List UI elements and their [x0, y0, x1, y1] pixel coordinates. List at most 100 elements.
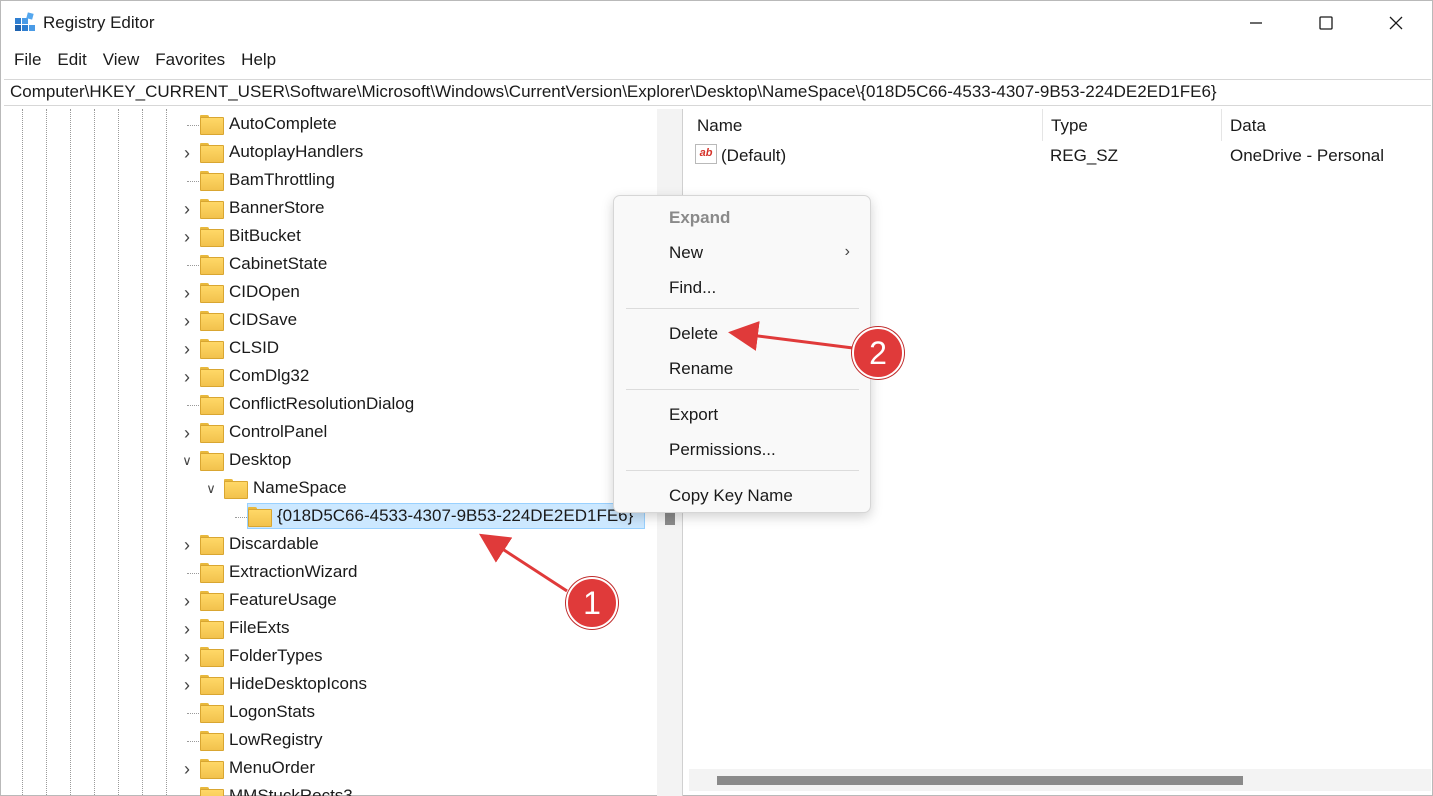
chevron-down-icon[interactable]: ∨	[204, 482, 218, 496]
tree-item[interactable]: › Discardable	[4, 531, 654, 559]
address-bar[interactable]: Computer\HKEY_CURRENT_USER\Software\Micr…	[4, 79, 1431, 106]
menu-separator	[626, 389, 859, 390]
tree-item-label: NameSpace	[253, 478, 347, 497]
tree-item[interactable]: › FileExts	[4, 615, 654, 643]
chevron-right-icon[interactable]: ›	[180, 312, 194, 330]
minimize-button[interactable]	[1221, 1, 1291, 45]
maximize-button[interactable]	[1291, 1, 1361, 45]
menu-favorites[interactable]: Favorites	[147, 47, 233, 75]
chevron-right-icon[interactable]: ›	[180, 648, 194, 666]
tree-item-label: CIDOpen	[229, 282, 300, 301]
tree-item[interactable]: ∨ Desktop	[4, 447, 654, 475]
column-header-type[interactable]: Type	[1043, 109, 1222, 141]
column-header-data[interactable]: Data	[1222, 109, 1431, 141]
tree-item-label: AutoComplete	[229, 114, 337, 133]
tree-item[interactable]: › MenuOrder	[4, 755, 654, 783]
tree-item-label: HideDesktopIcons	[229, 674, 367, 693]
horizontal-scrollbar[interactable]	[689, 769, 1431, 791]
column-header-name[interactable]: Name	[689, 109, 1043, 141]
chevron-right-icon[interactable]: ›	[180, 284, 194, 302]
tree-item[interactable]: › ComDlg32	[4, 363, 654, 391]
horizontal-scrollbar-thumb[interactable]	[717, 776, 1243, 785]
tree-item[interactable]: BamThrottling	[4, 167, 654, 195]
tree-item[interactable]: › AutoplayHandlers	[4, 139, 654, 167]
chevron-right-icon: ›	[844, 243, 850, 260]
menu-separator	[626, 308, 859, 309]
folder-icon	[200, 255, 224, 275]
tree-branch-line	[187, 265, 199, 266]
tree-item[interactable]: › CIDSave	[4, 307, 654, 335]
tree-item-label: BitBucket	[229, 226, 301, 245]
menu-file[interactable]: File	[6, 47, 49, 75]
folder-icon	[200, 535, 224, 555]
context-menu-label: Expand	[669, 208, 731, 227]
chevron-right-icon[interactable]: ›	[180, 536, 194, 554]
context-menu-delete[interactable]: Delete	[614, 316, 870, 350]
tree-item-label: ComDlg32	[229, 366, 310, 385]
context-menu-label: Find...	[669, 278, 717, 297]
string-value-icon: ab	[695, 144, 717, 164]
menu-edit[interactable]: Edit	[49, 47, 94, 75]
context-menu-rename[interactable]: Rename	[614, 351, 870, 385]
chevron-right-icon[interactable]: ›	[180, 424, 194, 442]
tree-item-label: CLSID	[229, 338, 280, 357]
tree-item[interactable]: › BannerStore	[4, 195, 654, 223]
chevron-right-icon[interactable]: ›	[180, 340, 194, 358]
tree-item-label: MenuOrder	[229, 758, 315, 777]
tree-item[interactable]: › CIDOpen	[4, 279, 654, 307]
chevron-right-icon[interactable]: ›	[180, 368, 194, 386]
folder-icon	[200, 395, 224, 415]
tree-item[interactable]: ExtractionWizard	[4, 559, 654, 587]
chevron-right-icon[interactable]: ›	[180, 200, 194, 218]
tree-item[interactable]: › HideDesktopIcons	[4, 671, 654, 699]
tree-item-label: {018D5C66-4533-4307-9B53-224DE2ED1FE6}	[277, 506, 634, 525]
tree-item[interactable]: CabinetState	[4, 251, 654, 279]
context-menu-expand[interactable]: Expand	[614, 200, 870, 234]
chevron-right-icon[interactable]: ›	[180, 760, 194, 778]
context-menu-copy-key-name[interactable]: Copy Key Name	[614, 478, 870, 512]
context-menu-find[interactable]: Find...	[614, 270, 870, 304]
folder-icon	[200, 143, 224, 163]
menu-view[interactable]: View	[95, 47, 148, 75]
tree-item[interactable]: › CLSID	[4, 335, 654, 363]
maximize-icon	[1319, 16, 1333, 30]
annotation-badge-1: 1	[566, 577, 618, 629]
tree-item[interactable]: {018D5C66-4533-4307-9B53-224DE2ED1FE6}	[4, 503, 654, 531]
menu-help[interactable]: Help	[233, 47, 284, 75]
tree-item[interactable]: MMStuckRects3	[4, 783, 654, 796]
tree-branch-line	[235, 517, 247, 518]
chevron-down-icon[interactable]: ∨	[180, 454, 194, 468]
folder-icon	[200, 339, 224, 359]
tree-item[interactable]: › FeatureUsage	[4, 587, 654, 615]
context-menu-export[interactable]: Export	[614, 397, 870, 431]
tree-item-label: LogonStats	[229, 702, 316, 721]
folder-icon	[200, 367, 224, 387]
tree-scrollbar-thumb[interactable]	[665, 513, 675, 525]
tree-item[interactable]: › ControlPanel	[4, 419, 654, 447]
tree-item-label: CabinetState	[229, 254, 328, 273]
folder-icon	[200, 787, 224, 796]
context-menu-new[interactable]: New ›	[614, 235, 870, 269]
tree-item[interactable]: LowRegistry	[4, 727, 654, 755]
close-button[interactable]	[1361, 1, 1431, 45]
tree-item[interactable]: › FolderTypes	[4, 643, 654, 671]
chevron-right-icon[interactable]: ›	[180, 676, 194, 694]
tree-item-label: Desktop	[229, 450, 292, 469]
window-title: Registry Editor	[43, 13, 155, 32]
tree-item[interactable]: ConflictResolutionDialog	[4, 391, 654, 419]
tree-item-label: ConflictResolutionDialog	[229, 394, 415, 413]
folder-icon	[200, 171, 224, 191]
chevron-right-icon[interactable]: ›	[180, 144, 194, 162]
chevron-right-icon[interactable]: ›	[180, 592, 194, 610]
menu-separator	[626, 470, 859, 471]
value-row[interactable]: ab (Default) REG_SZ OneDrive - Personal	[689, 143, 1431, 169]
tree-item[interactable]: LogonStats	[4, 699, 654, 727]
chevron-right-icon[interactable]: ›	[180, 228, 194, 246]
tree-item[interactable]: ∨ NameSpace	[4, 475, 654, 503]
tree-branch-line	[187, 741, 199, 742]
tree-branch-line	[187, 405, 199, 406]
tree-item[interactable]: › BitBucket	[4, 223, 654, 251]
tree-item[interactable]: AutoComplete	[4, 111, 654, 139]
chevron-right-icon[interactable]: ›	[180, 620, 194, 638]
context-menu-permissions[interactable]: Permissions...	[614, 432, 870, 466]
